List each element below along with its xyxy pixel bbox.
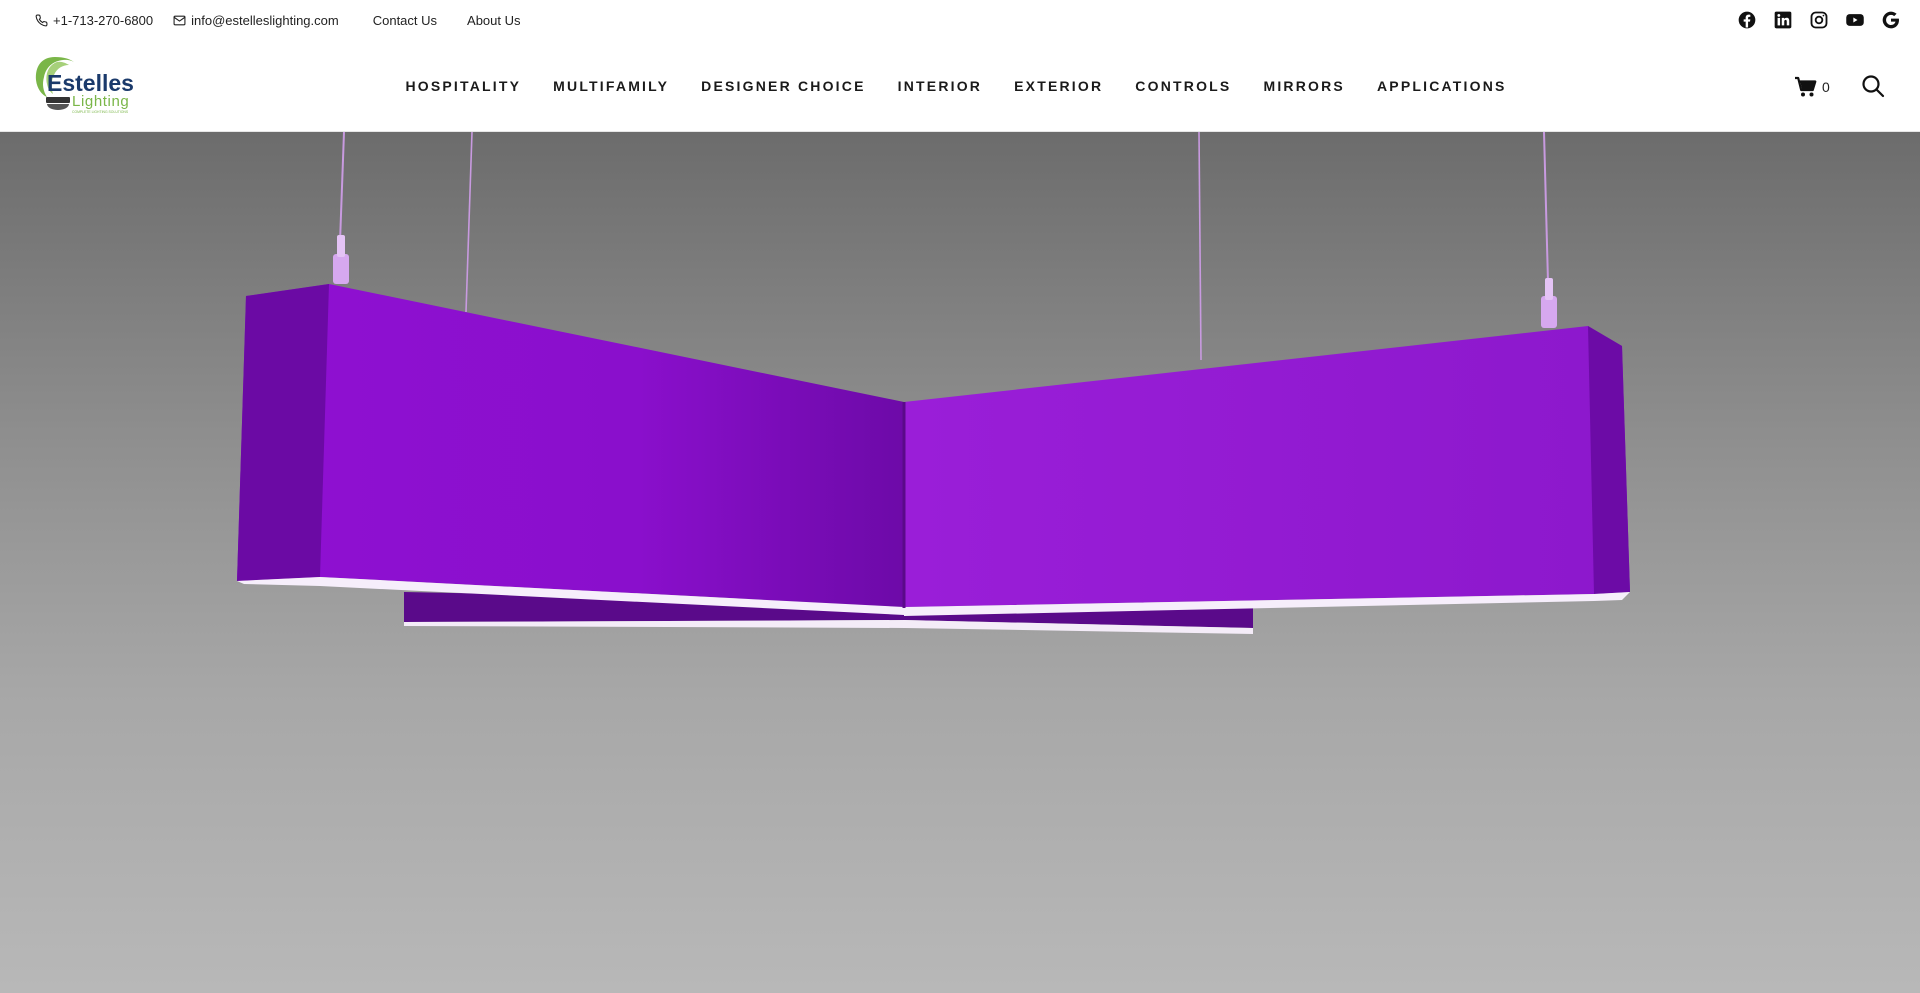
search-button[interactable]: [1861, 74, 1885, 98]
nav-item-multifamily[interactable]: MULTIFAMILY: [537, 78, 685, 94]
cart-button[interactable]: 0: [1794, 76, 1830, 98]
nav-item-interior[interactable]: INTERIOR: [882, 78, 999, 94]
envelope-icon: [173, 15, 186, 25]
email-link[interactable]: info@estelleslighting.com: [173, 13, 339, 28]
logo-text-lighting: Lighting: [72, 93, 129, 110]
facebook-icon[interactable]: [1736, 9, 1758, 31]
nav-item-mirrors[interactable]: MIRRORS: [1247, 78, 1361, 94]
contact-us-link[interactable]: Contact Us: [373, 13, 437, 28]
main-nav: HOSPITALITY MULTIFAMILY DESIGNER CHOICE …: [0, 40, 1920, 132]
email-address: info@estelleslighting.com: [191, 12, 339, 28]
pendant-light-image: [237, 132, 1630, 634]
search-icon: [1862, 75, 1885, 98]
phone-number: +1-713-270-6800: [53, 12, 154, 28]
contact-info: +1-713-270-6800 info@estelleslighting.co…: [35, 0, 551, 40]
youtube-icon[interactable]: [1844, 9, 1866, 31]
instagram-icon[interactable]: [1808, 9, 1830, 31]
nav-item-controls[interactable]: CONTROLS: [1119, 78, 1247, 94]
hero-banner: [0, 132, 1920, 993]
phone-link[interactable]: +1-713-270-6800: [35, 13, 153, 28]
nav-item-hospitality[interactable]: HOSPITALITY: [389, 78, 537, 94]
linkedin-icon[interactable]: [1772, 9, 1794, 31]
shopping-cart-icon: [1795, 76, 1817, 97]
google-icon[interactable]: [1880, 9, 1902, 31]
logo[interactable]: Estelles Lighting COMPLETE LIGHTING SOLU…: [33, 53, 145, 121]
logo-tagline: COMPLETE LIGHTING SOLUTIONS: [72, 110, 129, 114]
nav-item-designer-choice[interactable]: DESIGNER CHOICE: [685, 78, 881, 94]
main-header: Estelles Lighting COMPLETE LIGHTING SOLU…: [0, 40, 1920, 132]
social-links: [1736, 0, 1902, 40]
cart-count: 0: [1822, 79, 1830, 95]
phone-icon: [35, 14, 48, 26]
nav-item-exterior[interactable]: EXTERIOR: [998, 78, 1119, 94]
about-us-link[interactable]: About Us: [467, 13, 520, 28]
nav-item-applications[interactable]: APPLICATIONS: [1361, 78, 1523, 94]
top-bar: +1-713-270-6800 info@estelleslighting.co…: [0, 0, 1920, 40]
